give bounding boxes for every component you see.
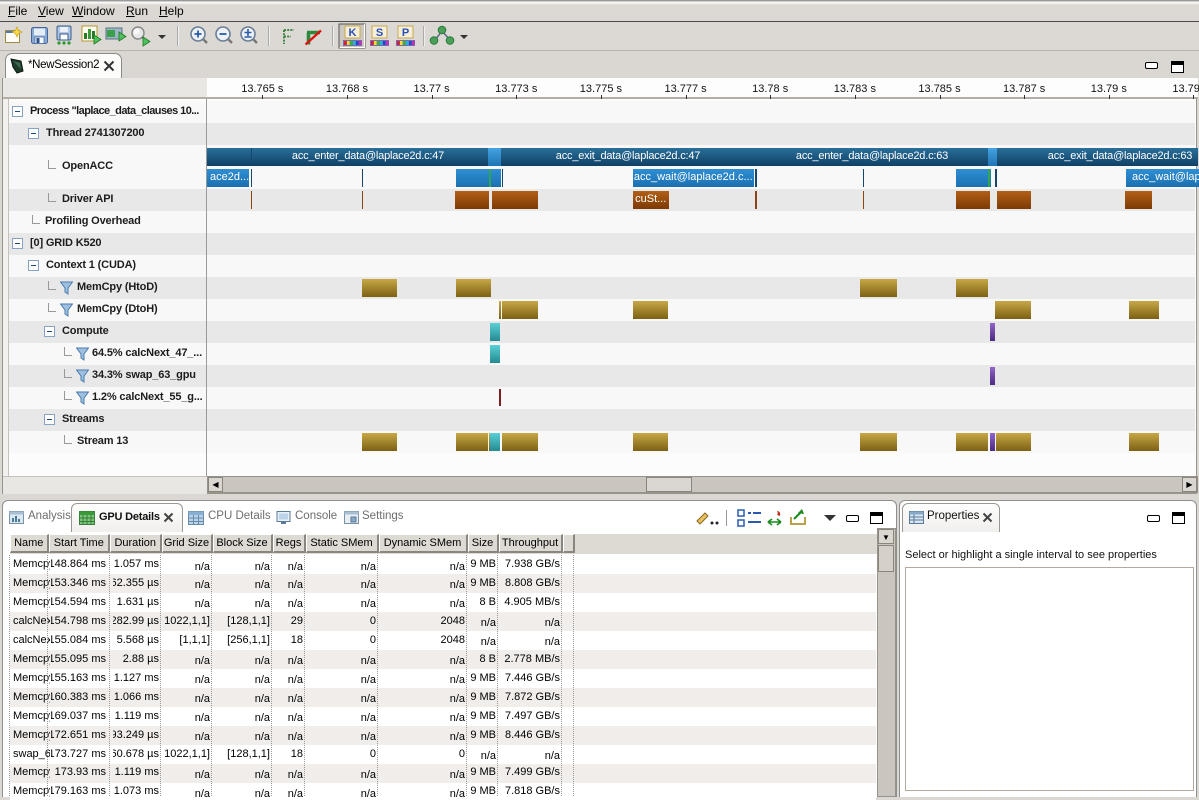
- svg-text:S: S: [376, 27, 383, 39]
- svg-text:K: K: [349, 27, 357, 39]
- svg-text:P: P: [402, 27, 409, 39]
